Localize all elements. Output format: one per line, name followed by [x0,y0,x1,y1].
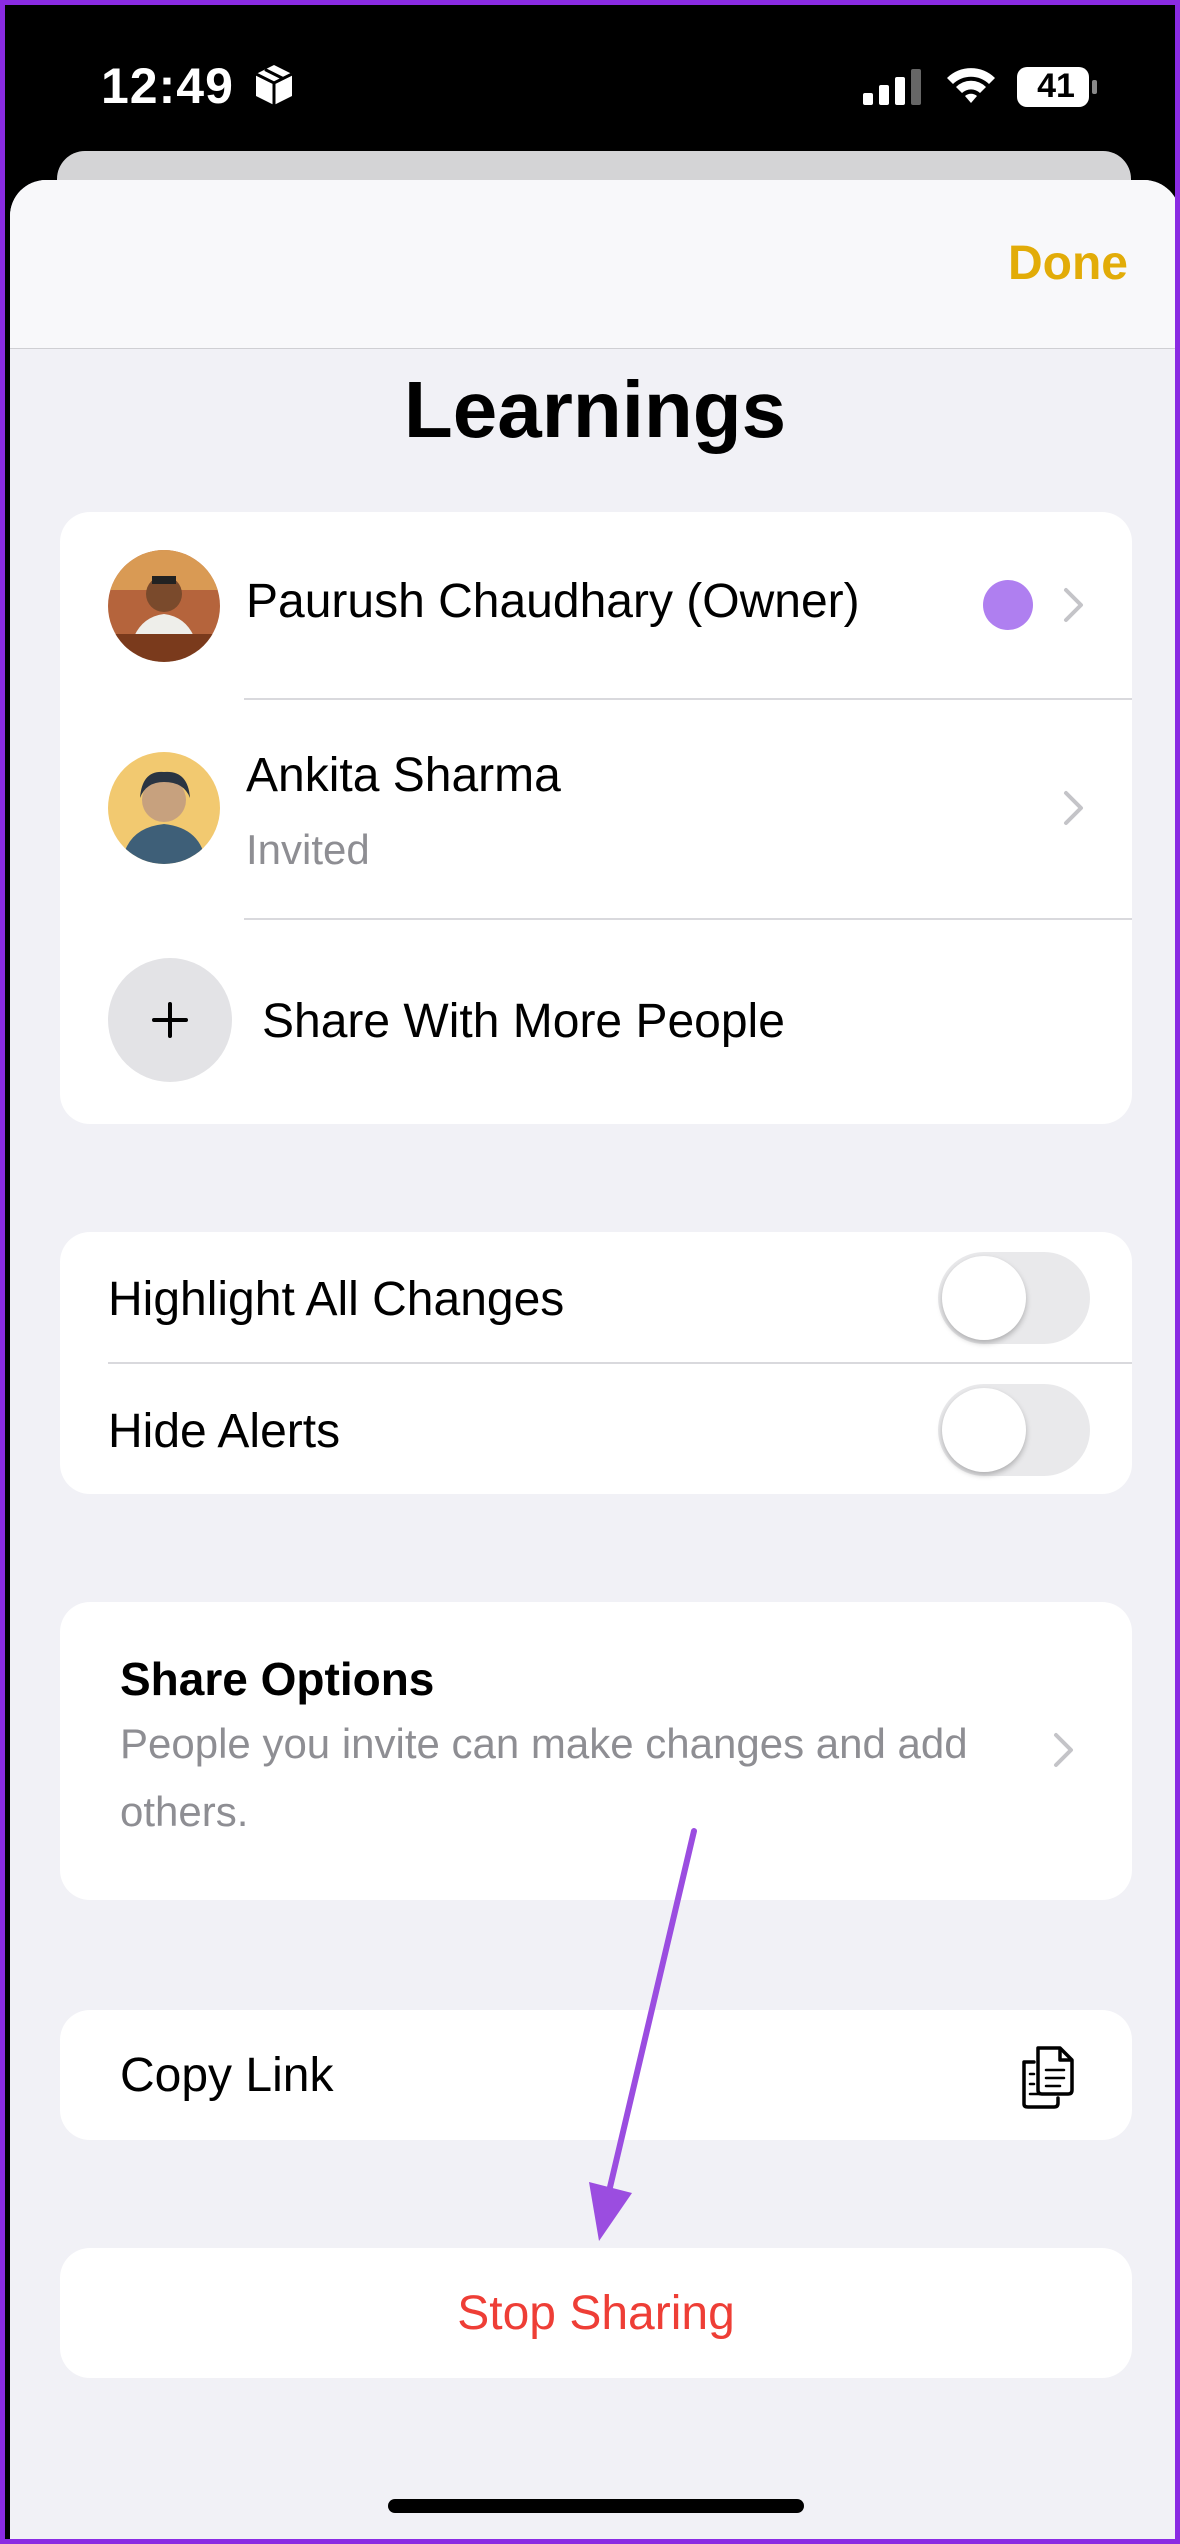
stop-sharing-label: Stop Sharing [457,2287,735,2340]
chevron-right-icon [1064,791,1083,825]
chevron-right-icon [1064,588,1083,622]
highlight-changes-row: Highlight All Changes [60,1232,1132,1362]
hide-alerts-toggle[interactable] [938,1384,1090,1476]
share-with-more-row[interactable]: Share With More People [60,920,1132,1124]
participant-name: Ankita Sharma [246,749,561,802]
screenshot-frame: 12:49 41 Done Learnings Paurush Chaudhar… [0,0,1180,2544]
share-options-title: Share Options [120,1653,435,1705]
hide-alerts-label: Hide Alerts [108,1405,341,1458]
status-time: 12:49 [101,58,234,114]
signal-icon [863,69,921,105]
toggle-knob [942,1256,1026,1340]
copy-documents-icon [1022,2046,1074,2109]
participant-row-invited[interactable]: Ankita Sharma Invited [60,700,1132,918]
share-options-description: People you invite can make changes and a… [120,1720,968,1835]
cube-icon [255,65,293,105]
stop-sharing-button[interactable]: Stop Sharing [60,2248,1132,2378]
highlight-changes-toggle[interactable] [938,1252,1090,1344]
copy-link-row[interactable]: Copy Link [60,2010,1132,2140]
add-person-button[interactable] [108,958,232,1082]
avatar [108,752,220,864]
chevron-right-icon [1054,1733,1073,1767]
share-options-row[interactable]: Share Options People you invite can make… [60,1602,1132,1900]
copy-link-label: Copy Link [120,2049,334,2102]
participant-status: Invited [246,826,370,873]
highlight-changes-label: Highlight All Changes [108,1273,565,1326]
share-sheet: Done Learnings Paurush Chaudhary (Owner) [10,180,1175,2539]
owner-color-dot [983,580,1033,630]
wifi-icon [947,68,995,103]
participants-card: Paurush Chaudhary (Owner) Ankita Sharma [60,512,1132,1124]
battery-level: 41 [1037,67,1075,105]
hide-alerts-row: Hide Alerts [60,1364,1132,1494]
page-title: Learnings [403,365,787,454]
participant-row-owner[interactable]: Paurush Chaudhary (Owner) [60,512,1132,698]
share-more-label: Share With More People [262,995,785,1048]
nav-bar: Done [10,180,1175,349]
done-button[interactable]: Done [1008,236,1128,291]
settings-card: Highlight All Changes Hide Alerts [60,1232,1132,1494]
status-bar: 12:49 41 [5,5,1175,155]
plus-icon [152,1002,188,1038]
home-indicator[interactable] [388,2499,804,2513]
avatar [108,550,220,662]
participant-name: Paurush Chaudhary (Owner) [246,575,860,628]
toggle-knob [942,1388,1026,1472]
